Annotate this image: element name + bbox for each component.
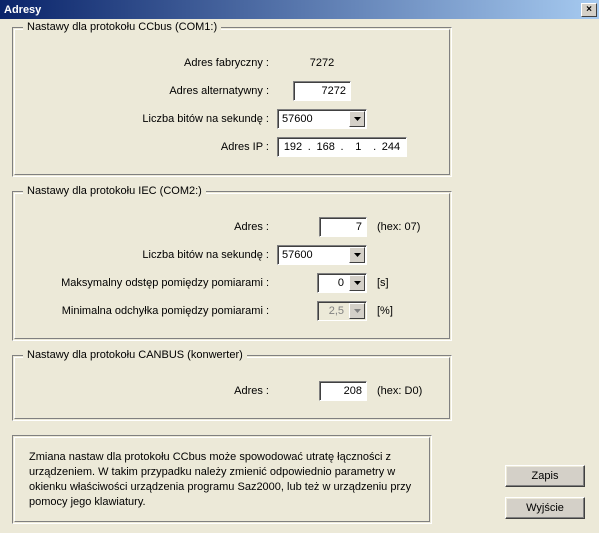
group-canbus: Nastawy dla protokołu CANBUS (konwerter)… [12,355,452,421]
label-max-gap: Maksymalny odstęp pomiędzy pomiarami : [27,277,277,289]
save-button[interactable]: Zapis [505,465,585,487]
group-iec: Nastawy dla protokołu IEC (COM2:) Adres … [12,191,452,341]
label-canbus-address: Adres : [27,385,277,397]
exit-button[interactable]: Wyjście [505,497,585,519]
chevron-down-icon [354,309,361,313]
warning-text: Zmiana nastaw dla protokołu CCbus może s… [29,451,411,508]
dropdown-button[interactable] [349,247,365,263]
label-iec-address: Adres : [27,221,277,233]
select-iec-baud[interactable]: 57600 [277,245,367,265]
group-ccbus-legend: Nastawy dla protokołu CCbus (COM1:) [23,21,221,33]
input-ip-address[interactable]: 192 . 168 . 1 . 244 [277,137,407,157]
group-ccbus: Nastawy dla protokołu CCbus (COM1:) Adre… [12,27,452,177]
chevron-down-icon [354,253,361,257]
label-min-dev: Minimalna odchyłka pomiędzy pomiarami : [27,305,277,317]
ip-octet-2: 168 [313,141,339,153]
select-min-dev-value: 2,5 [322,305,348,317]
ip-octet-1: 192 [280,141,306,153]
value-factory-address: 7272 [277,57,367,69]
input-canbus-address[interactable] [319,381,367,401]
select-max-gap-value: 0 [322,277,348,289]
close-button[interactable]: × [581,3,597,17]
select-max-gap[interactable]: 0 [317,273,367,293]
close-icon: × [586,4,592,15]
chevron-down-icon [354,117,361,121]
label-iec-address-hex: (hex: 07) [377,221,437,233]
warning-box: Zmiana nastaw dla protokołu CCbus może s… [12,435,432,524]
dropdown-button[interactable] [349,111,365,127]
input-alt-address[interactable] [293,81,351,101]
input-iec-address[interactable] [319,217,367,237]
label-iec-baud: Liczba bitów na sekundę : [27,249,277,261]
label-min-dev-unit: [%] [377,305,437,317]
label-ccbus-baud: Liczba bitów na sekundę : [27,113,277,125]
select-ccbus-baud-value: 57600 [282,113,348,125]
ip-octet-3: 1 [345,141,371,153]
group-canbus-legend: Nastawy dla protokołu CANBUS (konwerter) [23,349,247,361]
chevron-down-icon [354,281,361,285]
window-title: Adresy [4,4,41,16]
titlebar: Adresy × [0,0,599,19]
select-iec-baud-value: 57600 [282,249,348,261]
ip-octet-4: 244 [378,141,404,153]
label-factory-address: Adres fabryczny : [27,57,277,69]
group-iec-legend: Nastawy dla protokołu IEC (COM2:) [23,185,206,197]
label-max-gap-unit: [s] [377,277,437,289]
dropdown-button [349,303,365,319]
select-ccbus-baud[interactable]: 57600 [277,109,367,129]
label-alt-address: Adres alternatywny : [27,85,277,97]
label-ip-address: Adres IP : [27,141,277,153]
select-min-dev: 2,5 [317,301,367,321]
dropdown-button[interactable] [349,275,365,291]
label-canbus-address-hex: (hex: D0) [377,385,437,397]
